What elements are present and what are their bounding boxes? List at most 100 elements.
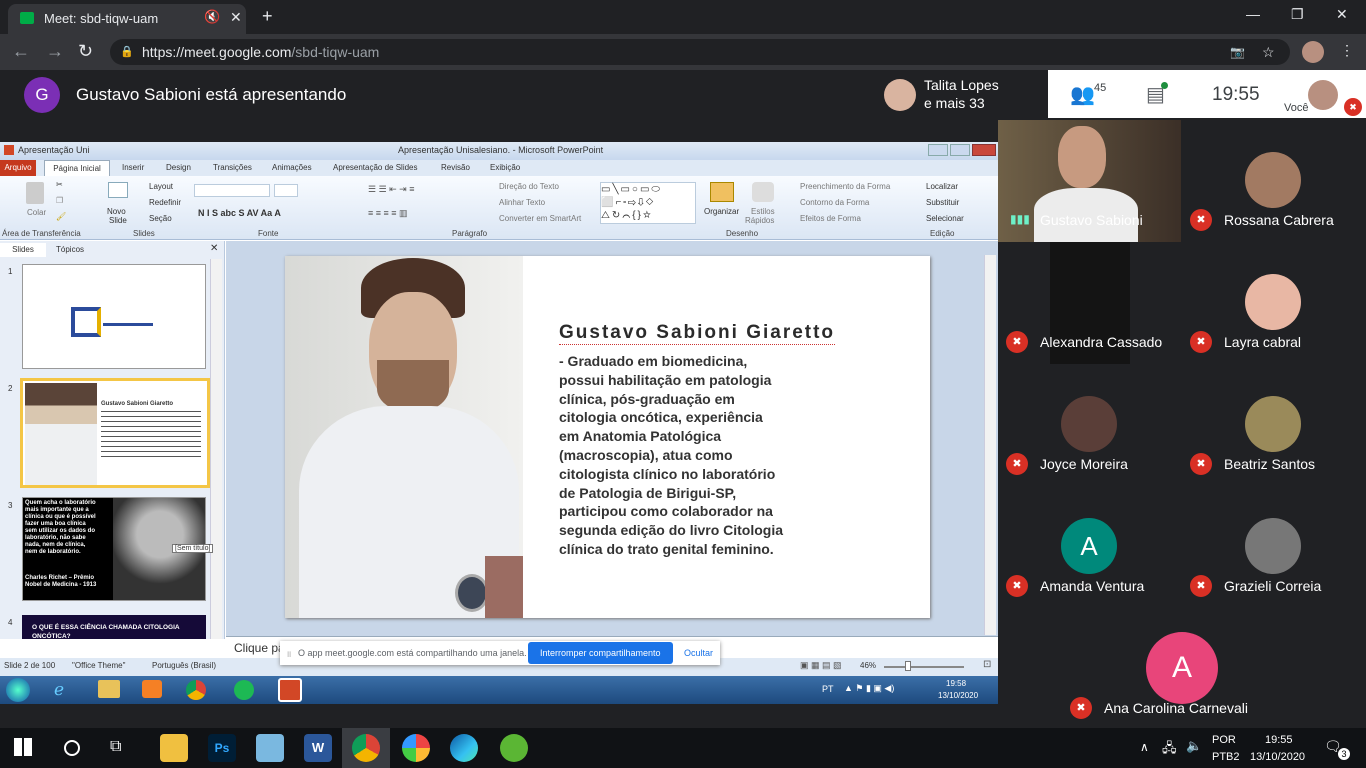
tab-inserir[interactable]: Inserir [122, 163, 144, 172]
tile-joyce[interactable]: ✖ Joyce Moreira [998, 364, 1181, 486]
back-icon[interactable]: ← [12, 41, 30, 62]
pane-tab-slides[interactable]: Slides [0, 243, 46, 257]
pane-scrollbar[interactable] [210, 259, 222, 639]
arrange-icon[interactable] [710, 182, 734, 202]
align-buttons[interactable]: ≡ ≡ ≡ ≡ ▥ [368, 208, 408, 219]
slide-thumb-2[interactable]: Gustavo Sabioni Giaretto [20, 378, 210, 488]
tab-revisao[interactable]: Revisão [441, 163, 470, 172]
paste-icon[interactable] [26, 182, 44, 204]
fit-slide-icon[interactable]: ⊡ [983, 659, 991, 670]
paint-icon[interactable] [402, 734, 430, 762]
slide-thumb-4[interactable]: O QUE É ESSA CIÊNCIA CHAMADA CITOLOGIA O… [22, 615, 206, 639]
browser-tab[interactable]: Meet: sbd-tiqw-uam 🔇 ✕ [8, 4, 246, 34]
shape-fill-button[interactable]: Preenchimento da Forma [800, 182, 890, 191]
edge-icon[interactable] [450, 734, 478, 762]
paste-label[interactable]: Colar [27, 208, 46, 217]
smartart-button[interactable]: Converter em SmartArt [499, 214, 581, 223]
copy-icon[interactable]: ❐ [56, 196, 63, 205]
tile-grazieli[interactable]: ✖ Grazieli Correia [1182, 486, 1365, 608]
hide-button[interactable]: Ocultar [684, 648, 713, 658]
task-view-icon[interactable]: ⧉ [110, 738, 121, 756]
current-slide[interactable]: Gustavo Sabioni Giaretto - Graduado em b… [285, 256, 930, 618]
new-tab-icon[interactable]: + [262, 6, 273, 27]
ppt-min-icon[interactable] [928, 144, 948, 156]
zoom-slider[interactable] [884, 666, 964, 668]
quick-styles-label-2[interactable]: Rápidos [745, 216, 774, 225]
ppt-max-icon[interactable] [950, 144, 970, 156]
address-bar[interactable]: 🔒 https://meet.google.com/sbd-tiqw-uam 📷… [110, 39, 1290, 65]
tab-transicoes[interactable]: Transições [213, 163, 252, 172]
tile-alexandra[interactable]: ✖ Alexandra Cassado [998, 242, 1181, 364]
stop-sharing-button[interactable]: Interromper compartilhamento [528, 642, 673, 664]
tile-ana[interactable]: A ✖ Ana Carolina Carnevali [1062, 608, 1302, 728]
slide-thumb-1[interactable] [22, 264, 206, 369]
people-icon[interactable]: 👥 [1070, 82, 1095, 107]
forward-icon[interactable]: → [46, 41, 64, 62]
maximize-icon[interactable]: ❐ [1291, 6, 1304, 23]
tray-icons[interactable]: ▲ ⚑ ▮ ▣ ◀) [844, 683, 894, 694]
tab-animacoes[interactable]: Animações [272, 163, 312, 172]
network-icon[interactable]: 🖧 [1162, 739, 1177, 761]
powerpoint-small-icon[interactable] [278, 678, 302, 702]
quick-styles-label[interactable]: Estilos [751, 207, 775, 216]
paragraph-buttons[interactable]: ☰ ☰ ⇤ ⇥ ≡ [368, 184, 414, 195]
os-lang-2[interactable]: PTB2 [1212, 751, 1240, 763]
tile-layra[interactable]: ✖ Layra cabral [1182, 242, 1365, 364]
bookmark-star-icon[interactable]: ☆ [1262, 39, 1275, 65]
font-size-box[interactable] [274, 184, 298, 197]
format-painter-icon[interactable]: 🖌 [56, 212, 66, 221]
zoom-thumb[interactable] [905, 661, 911, 671]
menu-icon[interactable]: ⋮ [1340, 42, 1354, 59]
tab-apresentacao[interactable]: Apresentação de Slides [333, 163, 418, 172]
align-text-button[interactable]: Alinhar Texto [499, 198, 545, 207]
windows-start-icon[interactable] [14, 738, 32, 756]
explorer-icon[interactable] [98, 680, 120, 698]
shapes-gallery[interactable]: ▭╲▭○▭⬭ ⬜⌐⬞⇨⇩◇ △↻⌒{}☆ [600, 182, 696, 224]
tab-design[interactable]: Design [166, 163, 191, 172]
layout-button[interactable]: Layout [149, 182, 173, 191]
shape-effects-button[interactable]: Efeitos de Forma [800, 214, 861, 223]
tab-arquivo[interactable]: Arquivo [0, 160, 36, 176]
reload-icon[interactable]: ↻ [78, 41, 93, 62]
quick-styles-icon[interactable] [752, 182, 774, 202]
tab-exibicao[interactable]: Exibição [490, 163, 520, 172]
word-icon[interactable]: W [304, 734, 332, 762]
volume-icon[interactable]: 🔈 [1186, 738, 1202, 754]
win7-start-icon[interactable] [6, 678, 30, 702]
sketch-icon[interactable] [256, 734, 284, 762]
text-direction-button[interactable]: Direção do Texto [499, 182, 559, 191]
shape-outline-button[interactable]: Contorno da Forma [800, 198, 869, 207]
search-icon[interactable] [64, 740, 80, 756]
spotify-icon[interactable] [234, 680, 254, 700]
section-button[interactable]: Seção [149, 214, 172, 223]
pane-close-icon[interactable]: ✕ [210, 243, 218, 254]
drag-handle-icon[interactable]: ॥ [286, 647, 291, 660]
evernote-icon[interactable] [500, 734, 528, 762]
view-buttons[interactable]: ▣ ▦ ▤ ▧ [800, 660, 842, 671]
minimize-icon[interactable]: — [1246, 6, 1260, 22]
mute-tab-icon[interactable]: 🔇 [204, 9, 220, 25]
ie-icon[interactable]: ℯ [54, 680, 64, 700]
pane-tab-topics[interactable]: Tópicos [56, 245, 84, 254]
photoshop-icon[interactable]: Ps [208, 734, 236, 762]
file-explorer-icon[interactable] [160, 734, 188, 762]
media-icon[interactable] [142, 680, 162, 698]
os-lang-1[interactable]: POR [1212, 734, 1236, 746]
tile-gustavo[interactable]: ▮▮▮ Gustavo Sabioni [998, 120, 1181, 242]
reset-button[interactable]: Redefinir [149, 198, 181, 207]
cut-icon[interactable]: ✂ [56, 180, 63, 189]
os-date[interactable]: 13/10/2020 [1250, 751, 1305, 763]
ppt-close-icon[interactable] [972, 144, 996, 156]
arrange-button[interactable]: Organizar [704, 207, 739, 216]
tile-amanda[interactable]: A ✖ Amanda Ventura [998, 486, 1181, 608]
new-slide-label[interactable]: Novo [107, 207, 126, 216]
self-avatar[interactable] [1308, 80, 1338, 110]
camera-blocked-icon[interactable]: 📷 [1230, 39, 1245, 65]
tile-beatriz[interactable]: ✖ Beatriz Santos [1182, 364, 1365, 486]
new-slide-label-2[interactable]: Slide [109, 216, 127, 225]
font-style-buttons[interactable]: N I S abc S AV Aa A [198, 208, 281, 218]
chrome-small-icon[interactable] [186, 680, 206, 700]
editor-scrollbar[interactable] [984, 255, 996, 635]
os-time[interactable]: 19:55 [1265, 734, 1293, 746]
chrome-icon[interactable] [352, 734, 380, 762]
